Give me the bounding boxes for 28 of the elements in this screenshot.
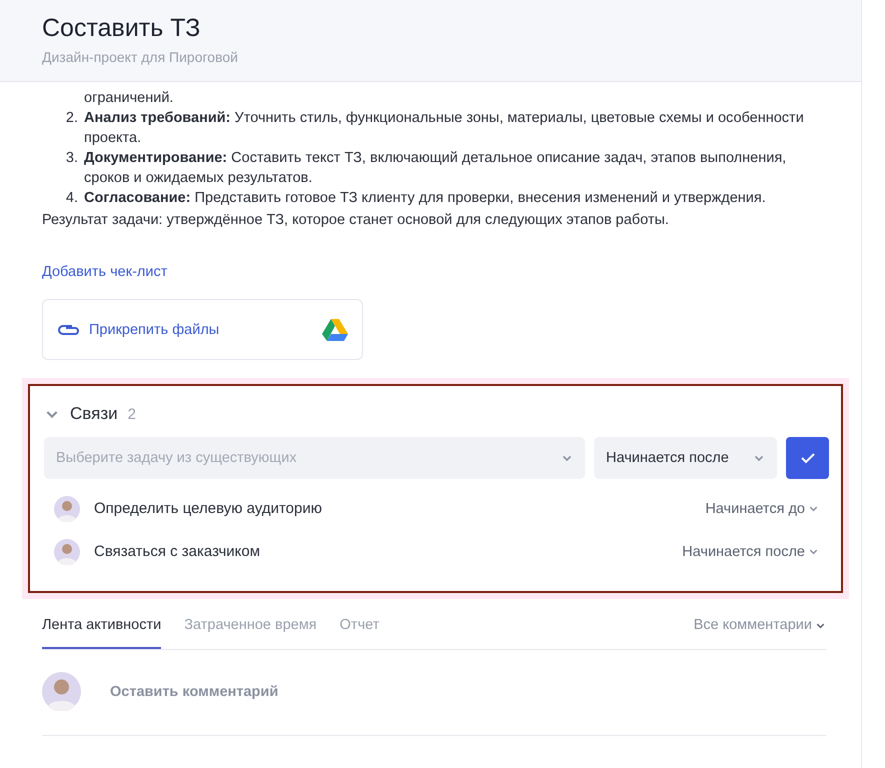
relation-dropdown[interactable]: Начинается после (682, 544, 819, 560)
linked-task-name[interactable]: Определить целевую аудиторию (94, 500, 706, 517)
list-text: Анализ требований: Уточнить стиль, функциональные зоны, материалы, цветовые схемы и особенности проекта. (84, 109, 805, 148)
activity-tab[interactable]: Лента активности (42, 617, 162, 649)
list-number: 2. (64, 109, 79, 128)
add-checklist-link[interactable]: Добавить чек-лист (42, 262, 168, 282)
relation-dropdown[interactable]: Начинается до (705, 500, 819, 516)
check-icon (800, 452, 816, 464)
list-text: ограничений. (83, 89, 174, 108)
avatar-icon (42, 672, 81, 711)
drive-icon (322, 318, 348, 340)
attach-files-button[interactable]: Прикрепить файлы (42, 299, 363, 360)
links-count: 2 (128, 406, 136, 422)
comments-filter[interactable]: Все комментарии (694, 617, 826, 649)
list-number: 4. (64, 189, 79, 208)
list-text: Согласование: Представить готовое ТЗ клиенту для проверки, внесения изменений и утверждения. (84, 189, 766, 208)
project-subtitle: Дизайн-проект для Пироговой (42, 49, 239, 65)
confirm-button[interactable] (786, 437, 829, 479)
result-text: Результат задачи: утверждённое ТЗ, которое станет основой для следующих этапов работы. (42, 211, 670, 230)
linked-task-name[interactable]: Связаться с заказчиком (94, 543, 682, 560)
list-number: 3. (64, 149, 79, 168)
avatar-icon (54, 496, 80, 522)
relation-type-select[interactable]: Начинается после (594, 437, 777, 479)
paperclip-icon (57, 324, 79, 336)
section-title: Связи (70, 404, 118, 424)
page-title: Составить ТЗ (42, 14, 202, 43)
list-text: Документирование: Составить текст ТЗ, включающий детальное описание задач, этапов выполнения, сроков и ожидаемых результатов. (84, 149, 788, 188)
avatar-icon (54, 538, 80, 564)
